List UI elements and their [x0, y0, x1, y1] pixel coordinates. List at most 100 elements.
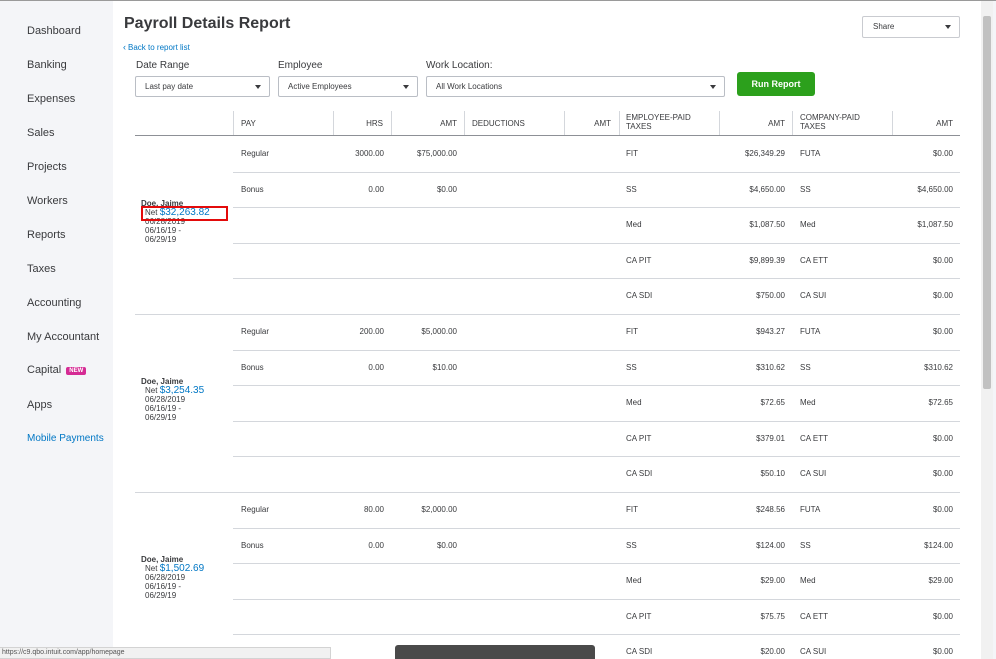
employee-tax-amount-cell: $379.01 [756, 434, 785, 443]
nav-workers[interactable]: Workers [27, 195, 68, 207]
net-pay: Net $3,254.35 [141, 386, 204, 396]
nav-apps[interactable]: Apps [27, 399, 52, 411]
company-tax-cell: Med [800, 220, 816, 229]
employee-tax-cell: FIT [626, 327, 638, 336]
row-divider [233, 634, 960, 635]
nav-projects[interactable]: Projects [27, 161, 67, 173]
company-tax-cell: FUTA [800, 505, 821, 514]
company-tax-amount-cell: $0.00 [932, 612, 953, 621]
company-tax-amount-cell: $0.00 [932, 291, 953, 300]
employee-tax-cell: Med [626, 220, 642, 229]
employee-summary: Doe, Jaime Net $3,254.35 06/28/2019 06/16/1… [141, 377, 204, 422]
company-tax-amount-cell: $0.00 [932, 434, 953, 443]
company-tax-cell: FUTA [800, 149, 821, 158]
pay-amount-cell: $0.00 [436, 541, 457, 550]
company-tax-amount-cell: $72.65 [928, 398, 953, 407]
nav-dashboard[interactable]: Dashboard [27, 25, 81, 37]
hours-cell: 200.00 [359, 327, 384, 336]
scrollbar-thumb[interactable] [983, 16, 991, 389]
col-divider [792, 111, 793, 135]
company-tax-amount-cell: $0.00 [932, 327, 953, 336]
pay-period-start: 06/16/19 - [145, 226, 182, 235]
nav-capital[interactable]: Capital NEW [27, 364, 87, 376]
row-divider [233, 172, 960, 173]
net-pay: Net $1,502.69 [141, 564, 204, 574]
hours-cell: 3000.00 [355, 149, 384, 158]
nav-reports[interactable]: Reports [27, 229, 66, 241]
hours-cell: 80.00 [363, 505, 384, 514]
col-header-deductions: DEDUCTIONS [472, 119, 525, 128]
company-tax-amount-cell: $0.00 [932, 647, 953, 656]
employee-tax-cell: Med [626, 576, 642, 585]
employee-tax-amount-cell: $20.00 [760, 647, 785, 656]
employee-tax-amount-cell: $50.10 [760, 469, 785, 478]
employee-tax-cell: CA SDI [626, 291, 653, 300]
nav-accounting[interactable]: Accounting [27, 297, 81, 309]
toast-notification [395, 645, 595, 659]
nav-expenses[interactable]: Expenses [27, 93, 75, 105]
nav-label: Workers [27, 195, 68, 207]
nav-taxes[interactable]: Taxes [27, 263, 56, 275]
company-tax-amount-cell: $0.00 [932, 505, 953, 514]
employee-tax-cell: SS [626, 363, 637, 372]
employee-tax-amount-cell: $943.27 [756, 327, 785, 336]
company-tax-cell: CA ETT [800, 612, 829, 621]
employee-tax-amount-cell: $750.00 [756, 291, 785, 300]
col-header-hrs: HRS [366, 119, 383, 128]
employee-tax-amount-cell: $72.65 [760, 398, 785, 407]
company-tax-amount-cell: $29.00 [928, 576, 953, 585]
nav-my-accountant[interactable]: My Accountant [27, 331, 99, 343]
nav-label: Reports [27, 229, 66, 241]
pay-period-end: 06/29/19 [145, 591, 177, 600]
col-header-amt: AMT [936, 119, 953, 128]
company-tax-cell: SS [800, 541, 811, 550]
employee-tax-amount-cell: $9,899.39 [749, 256, 785, 265]
hours-cell: 0.00 [368, 185, 384, 194]
col-divider [233, 111, 234, 135]
employee-tax-amount-cell: $310.62 [756, 363, 785, 372]
nav-label: Apps [27, 399, 53, 411]
pay-type-cell: Regular [241, 505, 270, 514]
pay-type-cell: Regular [241, 327, 270, 336]
company-tax-cell: CA ETT [800, 434, 829, 443]
company-tax-cell: CA SUI [800, 469, 827, 478]
pay-type-cell: Bonus [241, 185, 264, 194]
col-header-amt: AMT [440, 119, 457, 128]
company-tax-amount-cell: $4,650.00 [917, 185, 953, 194]
nav-label: Projects [27, 161, 67, 173]
employee-tax-cell: CA SDI [626, 647, 653, 656]
company-tax-cell: SS [800, 363, 811, 372]
nav-banking[interactable]: Banking [27, 59, 67, 71]
row-divider [233, 599, 960, 600]
header-line: EMPLOYEE-PAID [626, 113, 691, 122]
employee-tax-amount-cell: $1,087.50 [749, 220, 785, 229]
company-tax-cell: FUTA [800, 327, 821, 336]
nav-label: Dashboard [27, 25, 81, 37]
pay-amount-cell: $5,000.00 [421, 327, 457, 336]
row-divider [135, 314, 960, 315]
company-tax-cell: Med [800, 576, 816, 585]
hours-cell: 0.00 [368, 363, 384, 372]
col-header-amt: AMT [594, 119, 611, 128]
pay-period-start: 06/16/19 - [145, 582, 182, 591]
company-tax-amount-cell: $0.00 [932, 469, 953, 478]
row-divider [233, 528, 960, 529]
pay-date: 06/28/2019 [145, 573, 186, 582]
employee-tax-cell: CA SDI [626, 469, 653, 478]
nav-mobile-payments[interactable]: Mobile Payments [27, 433, 104, 444]
nav-sales[interactable]: Sales [27, 127, 55, 139]
row-divider [233, 563, 960, 564]
nav-label: Banking [27, 59, 67, 71]
employee-tax-cell: FIT [626, 149, 638, 158]
company-tax-cell: Med [800, 398, 816, 407]
employee-tax-amount-cell: $75.75 [760, 612, 785, 621]
row-divider [233, 207, 960, 208]
header-line: TAXES [800, 122, 826, 131]
pay-amount-cell: $0.00 [436, 185, 457, 194]
employee-tax-cell: CA PIT [626, 256, 652, 265]
row-divider [233, 421, 960, 422]
pay-type-cell: Regular [241, 149, 270, 158]
pay-period-start: 06/16/19 - [145, 404, 182, 413]
nav-label: Sales [27, 127, 55, 139]
nav-label: Mobile Payments [27, 433, 104, 444]
